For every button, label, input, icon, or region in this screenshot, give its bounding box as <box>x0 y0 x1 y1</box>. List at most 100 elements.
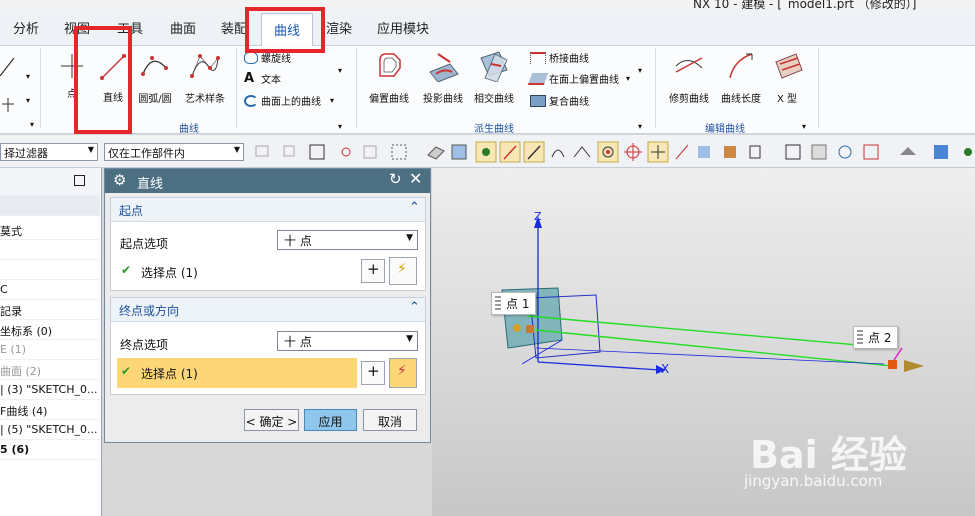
point-dialog-button[interactable]: + <box>361 361 385 385</box>
chevron-down-icon[interactable]: ▾ <box>30 120 34 129</box>
x-type-button[interactable]: X 型 <box>768 50 806 105</box>
window-title: NX 10 - 建模 - [_model1.prt （修改的）] <box>693 0 917 10</box>
collapse-icon[interactable]: ⌃ <box>409 300 420 315</box>
inferred-point-button[interactable]: ⚡ <box>389 358 417 388</box>
offset-curve-button[interactable]: 偏置曲线 <box>364 50 414 105</box>
end-point-section: 终点或方向 ⌃ 终点选项 十 点 ▼ ✔ 选择点 (1) + ⚡ <box>110 297 426 395</box>
point-2-label[interactable]: 点 2 <box>853 326 899 349</box>
tab-render[interactable]: 渲染 <box>326 18 352 37</box>
list-item[interactable]: 記录 <box>0 300 100 320</box>
chevron-down-icon[interactable]: ▾ <box>802 122 806 131</box>
type-filter-dropdown[interactable]: 择过滤器 ▼ <box>0 143 98 161</box>
chevron-down-icon[interactable]: ▾ <box>626 74 630 83</box>
close-icon[interactable]: ✕ <box>409 169 422 188</box>
list-item[interactable]: F曲线 (4) <box>0 400 100 420</box>
offset-curve-label: 偏置曲线 <box>369 94 409 105</box>
line-tool-icon[interactable] <box>0 54 20 114</box>
intersect-curve-button[interactable]: 相交曲线 <box>470 50 518 105</box>
project-curve-button[interactable]: 投影曲线 <box>418 50 468 105</box>
text-label: 文本 <box>261 75 281 86</box>
group-label-edit: 编辑曲线 <box>705 124 745 135</box>
type-filter-value: 择过滤器 <box>4 147 48 160</box>
offset-on-face-label: 在面上偏置曲线 <box>549 75 619 86</box>
end-point-header[interactable]: 终点或方向 <box>111 298 425 322</box>
menu-bar: 分析 视图 工具 曲面 装配 曲线 渲染 应用模块 <box>0 10 975 46</box>
selection-scope-value: 仅在工作部件内 <box>108 147 185 160</box>
text-button[interactable]: A 文本 <box>244 71 281 86</box>
start-select-point[interactable]: 选择点 (1) <box>141 264 198 281</box>
snap-point-icons[interactable] <box>252 141 975 163</box>
chevron-down-icon[interactable]: ▾ <box>26 96 30 105</box>
offset-on-face-button[interactable]: 在面上偏置曲线 ▾ <box>527 71 630 86</box>
offset-curve-icon <box>379 53 401 77</box>
chevron-down-icon[interactable]: ▾ <box>26 72 30 81</box>
composite-curve-button[interactable]: 复合曲线 <box>530 93 589 108</box>
list-item[interactable]: 曲面 (2) <box>0 360 100 380</box>
reset-icon[interactable]: ↻ <box>389 170 402 188</box>
end-select-row[interactable]: ✔ 选择点 (1) <box>117 358 357 388</box>
tab-assembly[interactable]: 装配 <box>221 18 247 37</box>
maximize-icon[interactable] <box>74 175 85 186</box>
start-point-header[interactable]: 起点 <box>111 198 425 222</box>
studio-spline-button[interactable]: 艺术样条 <box>180 50 230 105</box>
list-item[interactable]: | (5) "SKETCH_0... <box>0 420 100 440</box>
list-item[interactable]: C <box>0 280 100 300</box>
intersect-curve-icon <box>480 51 508 83</box>
chevron-down-icon[interactable]: ▾ <box>330 96 334 105</box>
selection-scope-dropdown[interactable]: 仅在工作部件内 ▼ <box>104 143 244 161</box>
trim-curve-button[interactable]: 修剪曲线 <box>664 50 714 105</box>
gear-icon[interactable]: ⚙ <box>113 171 126 189</box>
chevron-down-icon[interactable]: ▾ <box>638 66 642 75</box>
bridge-curve-button[interactable]: 桥接曲线 <box>530 50 589 65</box>
helix-icon <box>244 51 258 64</box>
list-item[interactable]: 莫式 <box>0 220 100 240</box>
tab-surface[interactable]: 曲面 <box>170 18 196 37</box>
spline-icon <box>190 54 220 78</box>
apply-button[interactable]: 应用 <box>304 409 357 431</box>
divider <box>40 48 41 128</box>
start-option-select[interactable]: 十 点 ▼ <box>277 230 418 250</box>
list-item[interactable]: 坐标系 (0) <box>0 320 100 340</box>
z-axis-label: Z <box>534 210 542 223</box>
navigator-header <box>0 168 100 196</box>
start-point-section: 起点 ⌃ 起点选项 十 点 ▼ ✔ 选择点 (1) + ⚡ <box>110 197 426 291</box>
list-item[interactable]: 5 (6) <box>0 440 100 460</box>
dialog-header: ⚙ 直线 ↻ ✕ <box>105 169 430 193</box>
tab-analysis[interactable]: 分析 <box>13 18 39 37</box>
title-bar: NX 10 - 建模 - [_model1.prt （修改的）] <box>0 0 975 10</box>
list-item[interactable] <box>0 196 100 216</box>
ok-button[interactable]: < 确定 > <box>244 409 299 431</box>
watermark-logo: Bai 经验 <box>750 433 907 477</box>
curve-on-surface-button[interactable]: 曲面上的曲线 ▾ <box>244 93 334 108</box>
chevron-down-icon[interactable]: ▾ <box>638 122 642 131</box>
list-item[interactable] <box>0 240 100 260</box>
start-option-value: 十 点 <box>284 234 312 248</box>
group-label-derived: 派生曲线 <box>474 124 514 135</box>
chevron-down-icon[interactable]: ▾ <box>338 66 342 75</box>
inferred-point-button[interactable]: ⚡ <box>389 257 417 285</box>
curve-on-surface-label: 曲面上的曲线 <box>261 97 321 108</box>
trim-curve-icon <box>675 57 703 73</box>
divider <box>655 48 656 128</box>
collapse-icon[interactable]: ⌃ <box>409 200 420 215</box>
arc-icon <box>141 56 168 76</box>
divider <box>236 48 237 128</box>
project-curve-label: 投影曲线 <box>423 94 463 105</box>
line-dialog: ⚙ 直线 ↻ ✕ 起点 ⌃ 起点选项 十 点 ▼ ✔ 选择点 (1) + ⚡ 终… <box>104 168 431 443</box>
tab-applications[interactable]: 应用模块 <box>377 18 429 37</box>
x-type-label: X 型 <box>776 94 798 105</box>
highlight-curve-tab <box>245 7 325 53</box>
point-1-label[interactable]: 点 1 <box>491 292 537 315</box>
cancel-button[interactable]: 取消 <box>363 409 417 431</box>
lightning-icon: ⚡ <box>397 261 407 277</box>
end-option-select[interactable]: 十 点 ▼ <box>277 331 418 351</box>
list-item[interactable] <box>0 260 100 280</box>
curve-length-button[interactable]: 曲线长度 <box>716 50 766 105</box>
list-item[interactable]: E (1) <box>0 340 100 360</box>
point-dialog-button[interactable]: + <box>361 259 385 283</box>
composite-curve-label: 复合曲线 <box>549 97 589 108</box>
graphics-viewport[interactable]: Z X 点 1 点 2 Bai 经验 jingyan.baidu.com <box>432 168 975 516</box>
chevron-down-icon[interactable]: ▾ <box>338 122 342 131</box>
list-item[interactable]: | (3) "SKETCH_0... <box>0 380 100 400</box>
arc-circle-button[interactable]: 圆弧/圆 <box>134 50 176 105</box>
